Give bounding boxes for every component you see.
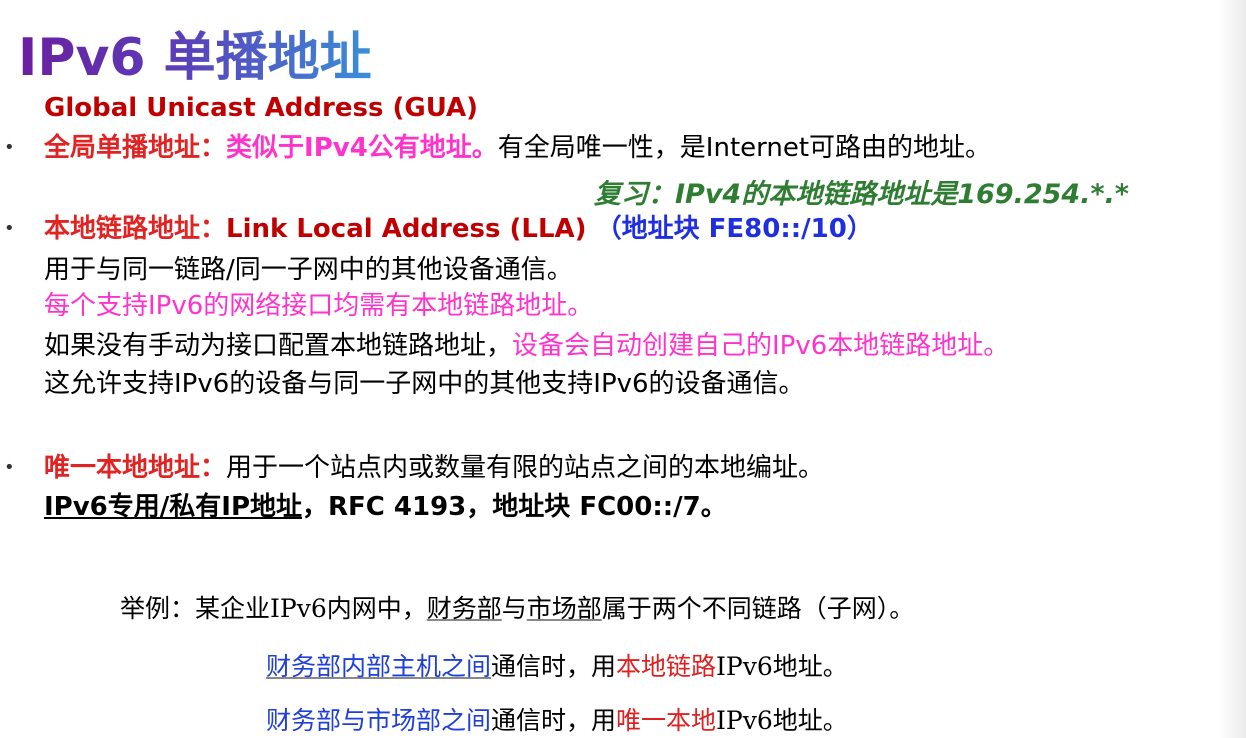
example-line2-blue: 财务部内部主机之间 bbox=[266, 652, 492, 681]
example-line2-end: IPv6地址。 bbox=[716, 652, 848, 681]
gua-desc: 有全局唯一性，是Internet可路由的地址。 bbox=[497, 133, 992, 163]
lla-heading-line: 本地链路地址：Link Local Address (LLA) （地址块 FE8… bbox=[44, 212, 873, 246]
bullet-lla: • bbox=[4, 218, 15, 239]
example-line3-red: 唯一本地 bbox=[616, 706, 717, 735]
bullet-ula: • bbox=[4, 457, 15, 478]
example-line2-mid: 通信时，用 bbox=[491, 652, 617, 681]
lla-line-3a: 如果没有手动为接口配置本地链路地址， bbox=[44, 331, 513, 361]
lla-term: 本地链路地址： bbox=[44, 214, 227, 244]
slide-title: IPv6 单播地址 bbox=[18, 22, 372, 94]
lla-line-3: 如果没有手动为接口配置本地链路地址，设备会自动创建自己的IPv6本地链路地址。 bbox=[44, 329, 1009, 363]
lla-line-2: 每个支持IPv6的网络接口均需有本地链路地址。 bbox=[44, 291, 594, 321]
bullet-gua: • bbox=[4, 137, 15, 158]
example-line3-end: IPv6地址。 bbox=[716, 706, 848, 735]
lla-block: （地址块 FE80::/10） bbox=[595, 214, 873, 244]
example-suffix: 属于两个不同链路（子网）。 bbox=[601, 594, 915, 623]
ula-rest: ，RFC 4193，地址块 FC00::/7。 bbox=[302, 492, 727, 522]
review-note: 复习：IPv4的本地链路地址是169.254.*.* bbox=[594, 179, 1129, 210]
gua-line: 全局单播地址：类似于IPv4公有地址。有全局唯一性，是Internet可路由的地… bbox=[44, 131, 991, 165]
example-line2-red: 本地链路 bbox=[616, 652, 717, 681]
example-finance: 财务部 bbox=[426, 594, 502, 623]
ula-desc: 用于一个站点内或数量有限的站点之间的本地编址。 bbox=[226, 453, 825, 483]
gua-english-label: Global Unicast Address (GUA) bbox=[44, 93, 479, 123]
ula-private: IPv6专用/私有IP地址 bbox=[44, 492, 302, 522]
lla-english: Link Local Address (LLA) bbox=[226, 214, 587, 244]
lla-line-3b: 设备会自动创建自己的IPv6本地链路地址。 bbox=[512, 331, 1010, 361]
slide-right-edge-shadow bbox=[1218, 0, 1246, 738]
ula-heading-line: 唯一本地地址：用于一个站点内或数量有限的站点之间的本地编址。 bbox=[44, 451, 824, 485]
lla-line-4: 这允许支持IPv6的设备与同一子网中的其他支持IPv6的设备通信。 bbox=[44, 369, 805, 399]
example-line3-blue: 财务部与市场部之间 bbox=[266, 706, 492, 735]
example-line3-mid: 通信时，用 bbox=[491, 706, 617, 735]
example-line-2: 财务部内部主机之间通信时，用本地链路IPv6地址。 bbox=[266, 650, 848, 684]
example-market: 市场部 bbox=[526, 594, 602, 623]
example-line-1: 举例：某企业IPv6内网中，财务部与市场部属于两个不同链路（子网）。 bbox=[120, 592, 914, 626]
example-and: 与 bbox=[501, 594, 527, 623]
example-prefix: 举例：某企业IPv6内网中， bbox=[120, 594, 427, 623]
lla-line-1: 用于与同一链路/同一子网中的其他设备通信。 bbox=[44, 255, 573, 285]
example-line-3: 财务部与市场部之间通信时，用唯一本地IPv6地址。 bbox=[266, 704, 848, 738]
ula-term: 唯一本地地址： bbox=[44, 453, 227, 483]
gua-similar: 类似于IPv4公有地址。 bbox=[226, 133, 498, 163]
ula-line-2: IPv6专用/私有IP地址，RFC 4193，地址块 FC00::/7。 bbox=[44, 490, 727, 524]
gua-term: 全局单播地址： bbox=[44, 133, 227, 163]
